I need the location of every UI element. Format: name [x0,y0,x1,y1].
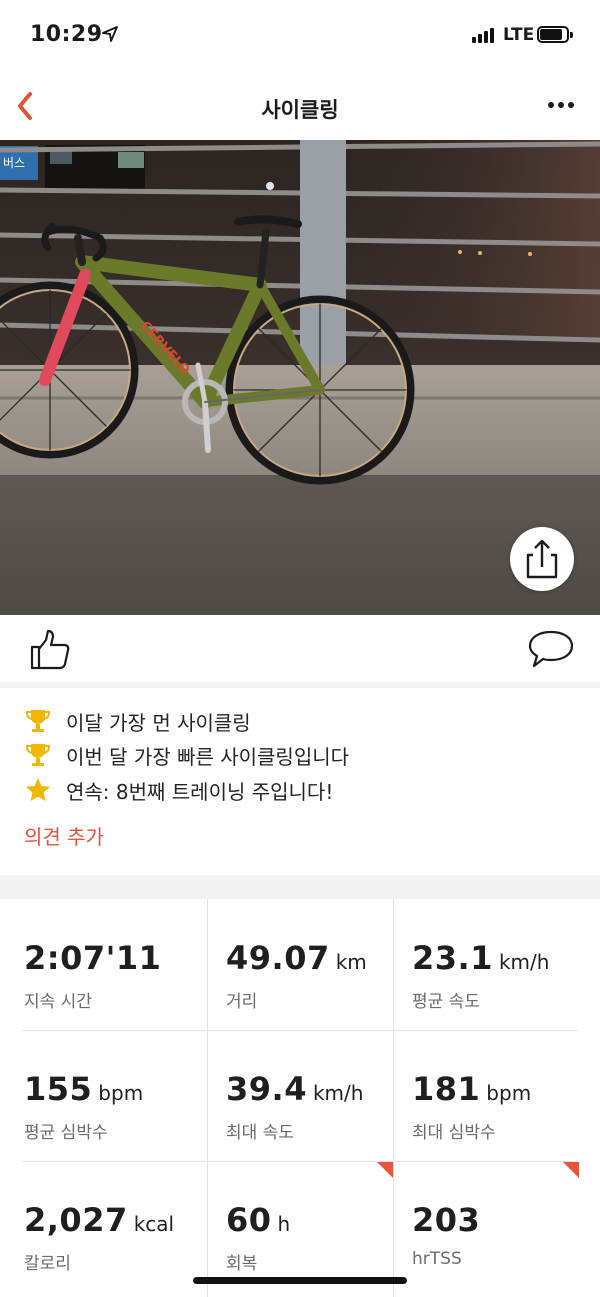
add-comment-link[interactable]: 의견 추가 [24,821,104,850]
stat-label: 평균 속도 [412,992,480,1012]
stat-label: 거리 [226,992,258,1012]
corner-flag-marker [563,1162,579,1178]
page-title: 사이클링 [261,98,339,122]
stat-unit: km/h [312,1081,364,1105]
network-type: LTE [503,25,535,45]
battery-icon [537,26,573,43]
achievement-row: 이달 가장 먼 사이클링 [24,706,251,736]
cellular-signal-icon [472,27,496,43]
achievement-row: 이번 달 가장 빠른 사이클링입니다 [24,740,349,770]
section-divider [0,875,600,899]
stat-unit: km/h [498,950,550,974]
stat-value: 39.4 [226,1070,307,1108]
stat-unit: kcal [133,1212,175,1236]
grid-divider [207,899,208,1297]
grid-divider [22,1030,578,1031]
stat-unit: h [277,1212,291,1236]
stat-unit: bpm [486,1081,532,1105]
thumbs-up-icon[interactable] [28,627,72,671]
stat-value: 60 [226,1201,272,1239]
status-bar: 10:29 LTE [0,0,600,70]
achievements-section: 이달 가장 먼 사이클링 이번 달 가장 빠른 사이클링입니다 연속: 8번째 … [0,688,600,875]
stat-label: 최대 심박수 [412,1123,496,1143]
comment-bubble-icon[interactable] [528,629,574,669]
share-button[interactable] [510,527,574,591]
stats-grid: 2:07'11 지속 시간 49.07 km 거리 23.1 km/h 평균 속도 … [0,899,600,1297]
corner-flag-marker [377,1162,393,1178]
achievement-text: 연속: 8번째 트레이닝 주입니다! [66,779,334,804]
stat-value: 49.07 [226,939,330,977]
stat-label: 칼로리 [24,1254,71,1274]
trophy-icon [25,744,51,766]
achievement-row: 연속: 8번째 트레이닝 주입니다! [24,775,333,805]
stat-value: 2:07'11 [24,939,162,977]
grid-divider [393,899,394,1297]
status-time: 10:29 [30,22,103,47]
location-arrow-icon [102,26,118,42]
sign-text: 버스 [3,156,25,170]
achievement-text: 이달 가장 먼 사이클링 [66,710,251,735]
grid-divider [22,1161,578,1162]
stat-label: 회복 [226,1254,258,1274]
stat-label: hrTSS [412,1249,462,1269]
stat-unit: bpm [98,1081,144,1105]
nav-bar: 사이클링 [0,70,600,140]
home-indicator[interactable] [193,1277,407,1284]
stat-label: 지속 시간 [24,992,92,1012]
stat-value: 203 [412,1201,481,1239]
trophy-icon [25,710,51,732]
star-icon [26,778,50,801]
more-options-icon[interactable] [546,100,578,110]
stat-unit: km [335,950,367,974]
stat-value: 181 [412,1070,481,1108]
stat-label: 최대 속도 [226,1123,294,1143]
stat-value: 2,027 [24,1201,128,1239]
achievement-text: 이번 달 가장 빠른 사이클링입니다 [66,744,350,769]
stat-value: 23.1 [412,939,493,977]
activity-actions [0,615,600,682]
stat-label: 평균 심박수 [24,1123,108,1143]
share-icon [526,539,558,579]
stat-value: 155 [24,1070,93,1108]
